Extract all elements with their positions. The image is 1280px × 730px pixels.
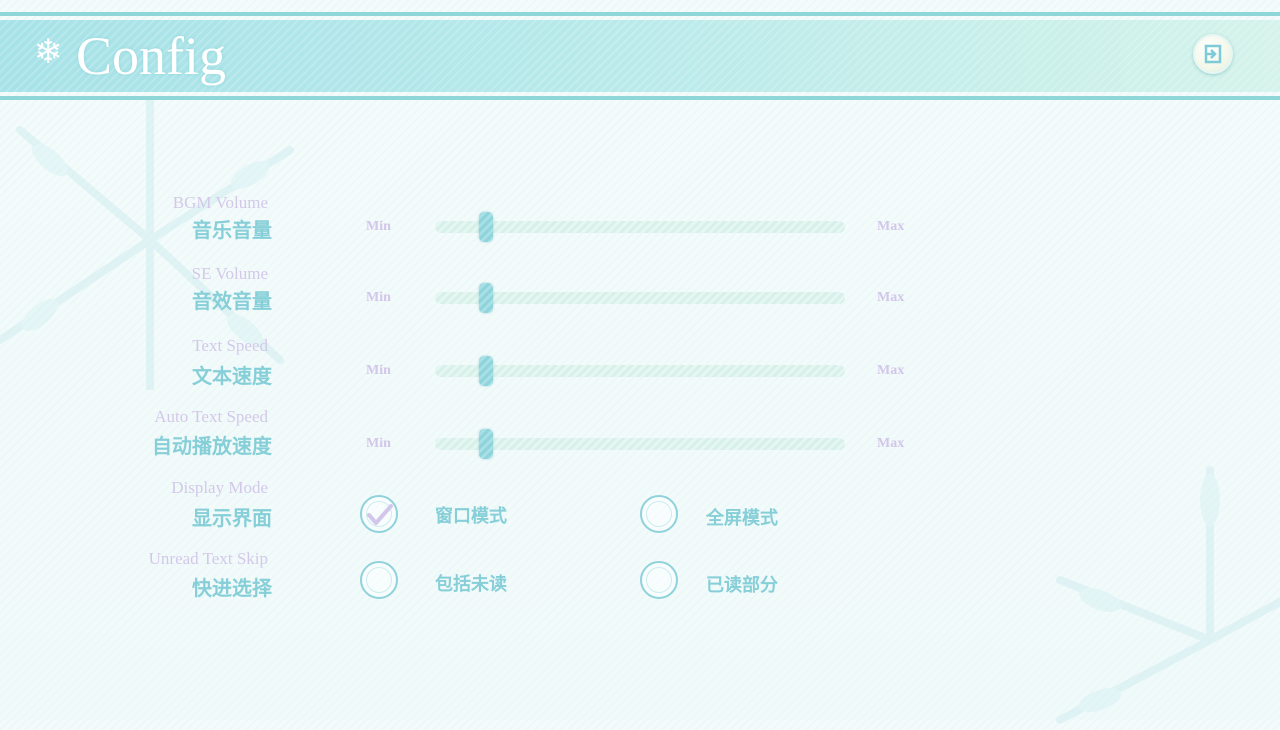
check-icon bbox=[367, 504, 393, 525]
text-speed-slider-thumb[interactable] bbox=[479, 356, 493, 386]
skip-label-en: Unread Text Skip bbox=[148, 549, 268, 568]
window-mode-option-label[interactable]: 窗口模式 bbox=[435, 502, 507, 528]
config-header: ❄ Config bbox=[0, 12, 1280, 102]
auto-speed-min-label: Min bbox=[366, 436, 391, 451]
radio-include-unread[interactable] bbox=[360, 561, 398, 599]
include-unread-option-label[interactable]: 包括未读 bbox=[435, 570, 507, 596]
bgm-volume-slider[interactable] bbox=[435, 212, 845, 242]
bgm-volume-label-zh: 音乐音量 bbox=[192, 218, 272, 242]
se-volume-slider[interactable] bbox=[435, 283, 845, 313]
display-mode-label-zh: 显示界面 bbox=[192, 506, 272, 530]
radio-fullscreen-mode[interactable] bbox=[640, 495, 678, 533]
text-speed-min-label: Min bbox=[366, 363, 391, 378]
snowflake-icon: ❄ bbox=[33, 32, 63, 72]
text-speed-slider[interactable] bbox=[435, 356, 845, 386]
radio-window-mode[interactable] bbox=[360, 495, 398, 533]
skip-label-zh: 快进选择 bbox=[192, 576, 272, 600]
se-slider-thumb[interactable] bbox=[479, 283, 493, 313]
snowflake-decoration-icon bbox=[0, 96, 294, 390]
radio-ring bbox=[646, 501, 672, 527]
exit-icon bbox=[1204, 44, 1222, 64]
page-title: Config bbox=[76, 26, 227, 86]
exit-button[interactable] bbox=[1193, 34, 1233, 74]
radio-ring bbox=[366, 567, 392, 593]
auto-speed-label-en: Auto Text Speed bbox=[154, 407, 268, 426]
text-speed-label-zh: 文本速度 bbox=[192, 364, 272, 388]
radio-ring bbox=[646, 567, 672, 593]
se-volume-label-zh: 音效音量 bbox=[192, 289, 272, 313]
se-volume-label-en: SE Volume bbox=[191, 264, 268, 283]
display-mode-label-en: Display Mode bbox=[171, 478, 268, 497]
fullscreen-mode-option-label[interactable]: 全屏模式 bbox=[706, 504, 778, 530]
bgm-volume-label-en: BGM Volume bbox=[172, 193, 268, 212]
text-speed-max-label: Max bbox=[877, 363, 905, 378]
snowflake-decoration-icon bbox=[1056, 466, 1280, 724]
auto-speed-slider-thumb[interactable] bbox=[479, 429, 493, 459]
header-top-border bbox=[0, 12, 1280, 16]
se-max-label: Max bbox=[877, 290, 905, 305]
bgm-max-label: Max bbox=[877, 219, 905, 234]
bgm-slider-thumb[interactable] bbox=[479, 212, 493, 242]
auto-speed-label-zh: 自动播放速度 bbox=[152, 434, 272, 458]
auto-speed-slider[interactable] bbox=[435, 429, 845, 459]
text-speed-label-en: Text Speed bbox=[192, 336, 268, 355]
read-only-option-label[interactable]: 已读部分 bbox=[706, 571, 778, 597]
bgm-min-label: Min bbox=[366, 219, 391, 234]
header-bottom-border bbox=[0, 96, 1280, 100]
se-min-label: Min bbox=[366, 290, 391, 305]
radio-read-only[interactable] bbox=[640, 561, 678, 599]
auto-speed-max-label: Max bbox=[877, 436, 905, 451]
